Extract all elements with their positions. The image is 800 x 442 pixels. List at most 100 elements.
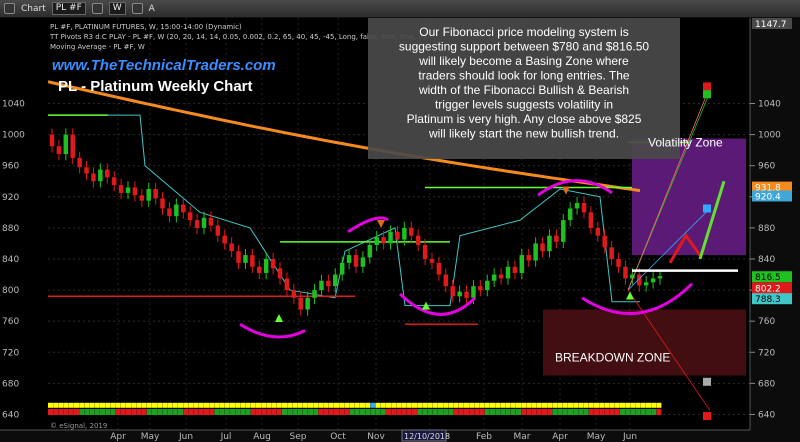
momentum-strip-cell (380, 409, 386, 416)
website-label: www.TheTechnicalTraders.com (52, 57, 276, 74)
momentum-strip-cell (370, 409, 376, 416)
price-marker-label: 816.5 (755, 273, 781, 283)
candle (602, 235, 607, 248)
trend-strip-cell (573, 402, 579, 408)
momentum-strip-cell (292, 409, 298, 416)
chart-tab[interactable]: Chart (21, 4, 46, 14)
momentum-strip-cell (443, 409, 449, 416)
trend-strip-cell (599, 402, 605, 408)
trend-strip-cell (63, 402, 69, 408)
candle (650, 278, 656, 283)
trend-strip-cell (172, 402, 178, 408)
momentum-strip-cell (328, 409, 334, 416)
momentum-strip-cell (531, 409, 537, 416)
momentum-strip-cell (136, 409, 142, 416)
candle (547, 235, 552, 252)
left-price-label: 1040 (2, 100, 25, 110)
momentum-strip-cell (417, 409, 423, 416)
candle (353, 255, 359, 267)
symbol-dropdown-icon[interactable] (91, 3, 103, 14)
left-price-label: 1000 (2, 131, 25, 141)
momentum-strip-cell (318, 409, 324, 416)
time-tick-label: Sep (290, 432, 307, 442)
trend-strip-cell (370, 402, 376, 408)
candle (312, 290, 317, 298)
trend-strip-cell (198, 402, 204, 408)
breakdown-zone (543, 309, 746, 376)
candle (609, 247, 614, 259)
price-tick-label: 1040 (758, 100, 781, 110)
candle (243, 255, 248, 263)
momentum-strip-cell (651, 409, 657, 416)
momentum-strip-cell (562, 409, 568, 416)
candle (409, 227, 414, 236)
momentum-strip-cell (542, 409, 547, 416)
candle (415, 235, 421, 245)
price-tick-label: 680 (758, 379, 775, 389)
time-tick-label: Jun (622, 432, 637, 442)
trend-strip-cell (58, 402, 64, 408)
candle (194, 220, 200, 228)
trend-strip-cell (308, 402, 313, 408)
chart-menu-icon[interactable] (4, 3, 15, 14)
trend-strip-cell (542, 402, 547, 408)
trend-strip-cell (432, 402, 438, 408)
momentum-strip-cell (172, 409, 178, 416)
momentum-strip-cell (635, 409, 641, 416)
candle (512, 266, 518, 273)
price-chart[interactable]: 640 680 720 760 800 840 880 920 960 1000 1040 1147.… (0, 18, 800, 442)
momentum-strip-cell (219, 409, 225, 416)
candle (471, 286, 476, 298)
trend-strip-cell (630, 402, 636, 408)
momentum-strip-cell (604, 409, 610, 416)
momentum-strip-cell (266, 409, 272, 416)
candle (305, 297, 310, 310)
momentum-strip-cell (126, 409, 131, 416)
left-price-label: 720 (2, 348, 19, 358)
momentum-strip-cell (510, 409, 516, 416)
left-price-label: 800 (2, 286, 19, 296)
momentum-strip-cell (401, 409, 407, 416)
trend-strip-cell (422, 402, 428, 408)
trend-strip-cell (620, 402, 625, 408)
interval-dropdown-icon[interactable] (131, 3, 143, 14)
momentum-strip-cell (536, 409, 542, 416)
interval-input[interactable]: W (108, 2, 126, 15)
left-price-label: 840 (2, 255, 19, 265)
trend-strip-cell (354, 402, 360, 408)
momentum-strip-cell (588, 409, 594, 416)
momentum-strip-cell (302, 409, 308, 416)
candle (360, 257, 366, 267)
momentum-strip-cell (609, 409, 615, 416)
candle (84, 167, 89, 174)
candle (132, 187, 138, 196)
candle (215, 225, 221, 236)
momentum-strip-cell (396, 409, 402, 416)
annotation-text: Our Fibonacci price modeling system is su… (399, 25, 650, 141)
momentum-strip-cell (547, 409, 553, 416)
candle (498, 274, 504, 279)
candle (257, 266, 262, 273)
momentum-strip-cell (74, 409, 79, 416)
candle (346, 255, 352, 263)
momentum-strip-cell (656, 409, 662, 416)
trend-strip-cell (240, 402, 246, 408)
momentum-strip-cell (146, 409, 152, 416)
ab-toggle[interactable]: A (149, 4, 155, 14)
candle (422, 244, 428, 259)
momentum-strip-cell (48, 409, 53, 416)
symbol-input[interactable]: PL #F (51, 2, 86, 15)
price-marker-label: 802.2 (755, 284, 781, 294)
trend-strip-cell (141, 402, 147, 408)
momentum-strip-cell (131, 409, 137, 416)
trend-strip-cell (406, 402, 412, 408)
momentum-strip-cell (438, 409, 443, 416)
trend-strip-cell (547, 402, 553, 408)
trend-strip-cell (271, 402, 277, 408)
momentum-strip-cell (474, 409, 480, 416)
candle (367, 244, 373, 258)
candle (491, 274, 497, 281)
momentum-strip-cell (594, 409, 599, 416)
momentum-strip-cell (261, 409, 267, 416)
candle (160, 198, 165, 209)
